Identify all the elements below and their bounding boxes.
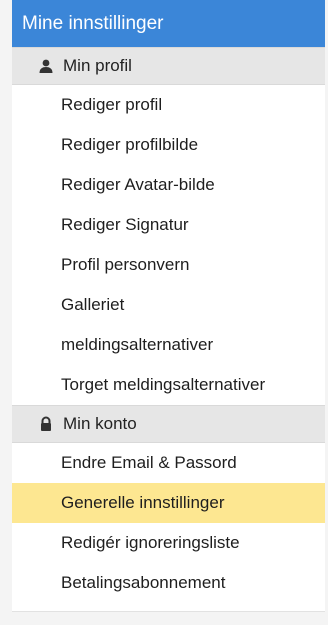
panel-title: Mine innstillinger	[12, 0, 325, 47]
menu-item-meldingsalternativer[interactable]: meldingsalternativer	[12, 325, 325, 365]
menu-item-rediger-ignoreringsliste[interactable]: Redigér ignoreringsliste	[12, 523, 325, 563]
user-icon	[38, 58, 54, 74]
menu-item-torget-meldingsalternativer[interactable]: Torget meldingsalternativer	[12, 365, 325, 405]
menu-item-rediger-profilbilde[interactable]: Rediger profilbilde	[12, 125, 325, 165]
section-header-min-konto: Min konto	[12, 405, 325, 443]
menu-item-rediger-signatur[interactable]: Rediger Signatur	[12, 205, 325, 245]
menu-item-profil-personvern[interactable]: Profil personvern	[12, 245, 325, 285]
menu-item-rediger-profil[interactable]: Rediger profil	[12, 85, 325, 125]
settings-panel: Mine innstillinger Min profil Rediger pr…	[12, 0, 325, 612]
menu-item-endre-email-passord[interactable]: Endre Email & Passord	[12, 443, 325, 483]
menu-item-generelle-innstillinger[interactable]: Generelle innstillinger	[12, 483, 325, 523]
lock-icon	[38, 416, 54, 432]
section-title: Min profil	[63, 56, 132, 75]
section-header-min-profil: Min profil	[12, 47, 325, 85]
menu-item-rediger-avatar-bilde[interactable]: Rediger Avatar-bilde	[12, 165, 325, 205]
menu-item-galleriet[interactable]: Galleriet	[12, 285, 325, 325]
menu-item-betalingsabonnement[interactable]: Betalingsabonnement	[12, 563, 325, 603]
section-title: Min konto	[63, 414, 137, 433]
